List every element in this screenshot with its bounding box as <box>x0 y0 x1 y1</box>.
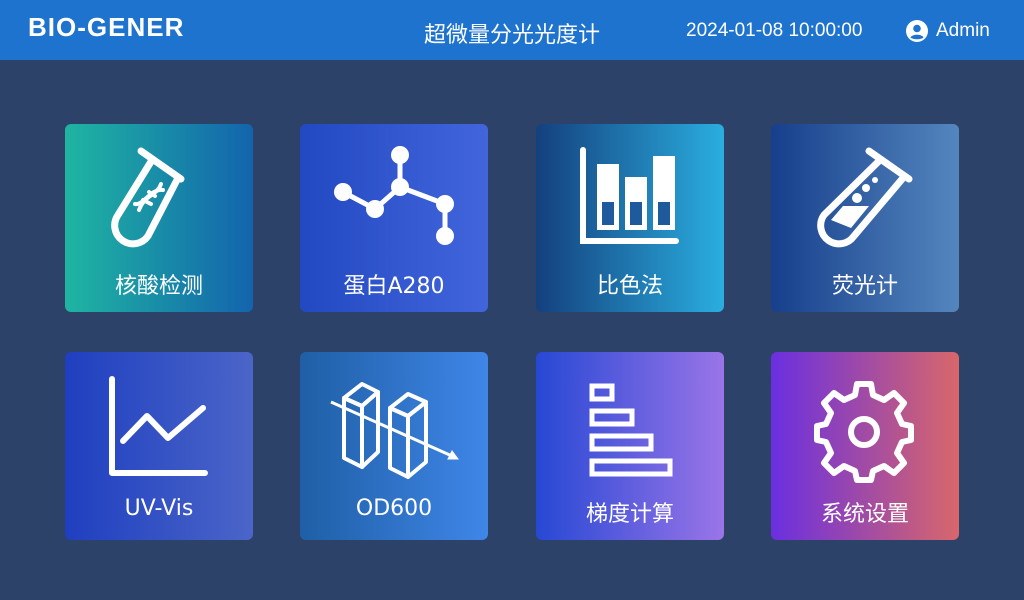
line-chart-icon <box>109 376 208 476</box>
tile-gradient-calc[interactable]: 梯度计算 <box>536 352 724 540</box>
tile-label: UV-Vis <box>124 496 194 521</box>
gear-icon <box>814 381 914 483</box>
tile-nucleic-acid[interactable]: 核酸检测 <box>65 124 253 312</box>
user-avatar-icon <box>906 20 928 42</box>
tile-od600[interactable]: OD600 <box>300 352 488 540</box>
tile-label: 比色法 <box>596 274 663 299</box>
tile-protein-a280[interactable]: 蛋白A280 <box>300 124 488 312</box>
top-bar: BIO-GENER 超微量分光光度计 2024-01-08 10:00:00 A… <box>0 0 1024 60</box>
app-title: 超微量分光光度计 <box>423 23 600 48</box>
tile-uv-vis[interactable]: UV-Vis <box>65 352 253 540</box>
tile-label: OD600 <box>355 496 433 521</box>
molecule-icon <box>334 146 454 245</box>
tile-colorimetric[interactable]: 比色法 <box>536 124 724 312</box>
gradient-bars-icon <box>589 383 673 477</box>
tile-fluorometer[interactable]: 荧光计 <box>771 124 959 312</box>
tile-label: 核酸检测 <box>114 274 203 299</box>
tile-label: 梯度计算 <box>585 502 674 527</box>
tile-label: 蛋白A280 <box>343 274 445 299</box>
bar-chart-icon <box>580 147 679 244</box>
flask-icon <box>817 147 913 248</box>
tile-label: 系统设置 <box>820 502 909 527</box>
user-name: Admin <box>936 20 990 41</box>
datetime-display: 2024-01-08 10:00:00 <box>686 20 863 41</box>
user-menu[interactable]: Admin <box>906 18 990 44</box>
tile-system-settings[interactable]: 系统设置 <box>771 352 959 540</box>
tile-label: 荧光计 <box>831 274 898 299</box>
test-tube-dna-icon <box>111 147 185 248</box>
cuvette-icon <box>330 382 459 479</box>
